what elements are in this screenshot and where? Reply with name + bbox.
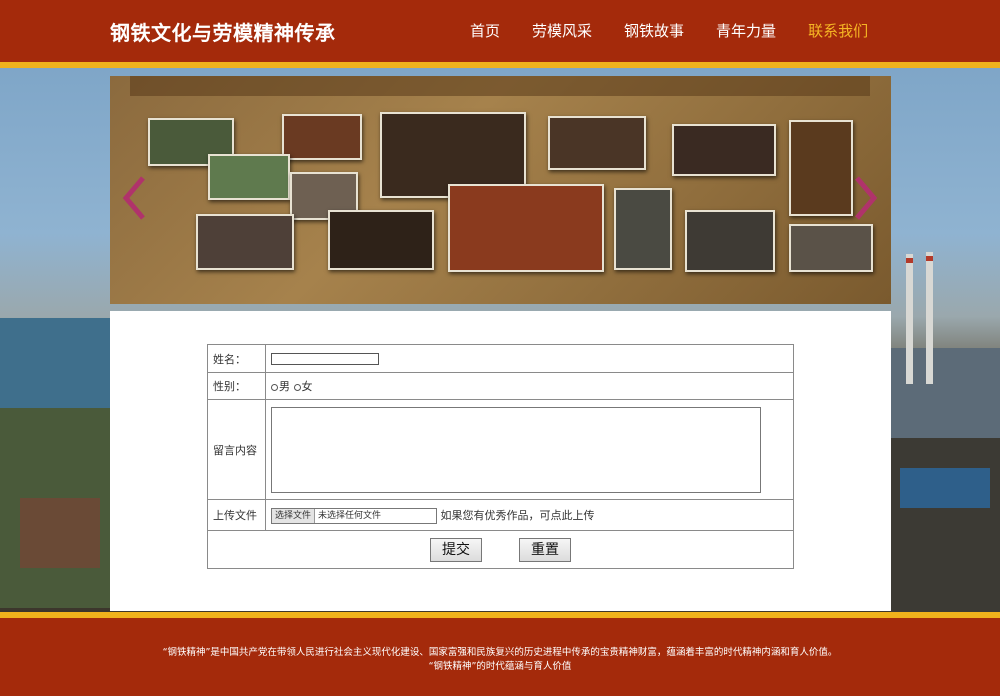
upload-hint: 如果您有优秀作品，可点此上传 bbox=[440, 508, 595, 522]
nav-item-home[interactable]: 首页 bbox=[470, 20, 500, 41]
banner-photo bbox=[789, 120, 853, 216]
photo-banner bbox=[110, 76, 891, 304]
chevron-right-icon[interactable] bbox=[851, 174, 879, 222]
main-nav: 首页 劳模风采 钢铁故事 青年力量 联系我们 bbox=[470, 20, 900, 41]
nav-item-contact[interactable]: 联系我们 bbox=[808, 20, 868, 41]
banner-photo bbox=[196, 214, 294, 270]
file-input[interactable]: 选择文件 未选择任何文件 bbox=[271, 507, 437, 524]
site-header: 钢铁文化与劳模精神传承 首页 劳模风采 钢铁故事 青年力量 联系我们 bbox=[0, 0, 1000, 62]
site-footer: “钢铁精神”是中国共产党在带领人民进行社会主义现代化建设、国家富强和民族复兴的历… bbox=[0, 618, 1000, 696]
contact-panel: 姓名： 性别： 男 女 留言内容 上传文件 选择文件 未选择任何文件 如果您有优秀… bbox=[110, 311, 891, 611]
banner-photo bbox=[448, 184, 604, 272]
gender-label: 性别： bbox=[207, 372, 266, 400]
header-accent-strip bbox=[0, 62, 1000, 68]
gender-option-male[interactable]: 男 bbox=[271, 378, 290, 394]
footer-text-line1: “钢铁精神”是中国共产党在带领人民进行社会主义现代化建设、国家富强和民族复兴的历… bbox=[162, 647, 838, 658]
banner-photo bbox=[282, 114, 362, 160]
banner-photo bbox=[789, 224, 873, 272]
radio-icon bbox=[271, 383, 278, 391]
message-form: 姓名： 性别： 男 女 留言内容 上传文件 选择文件 未选择任何文件 如果您有优秀… bbox=[207, 344, 794, 569]
footer-text-line2: “钢铁精神”的时代蕴涵与育人价值 bbox=[428, 661, 572, 672]
nav-item-model-workers[interactable]: 劳模风采 bbox=[532, 20, 592, 41]
banner-photo bbox=[672, 124, 776, 176]
banner-photo bbox=[614, 188, 672, 270]
site-title: 钢铁文化与劳模精神传承 bbox=[110, 21, 336, 45]
message-label: 留言内容 bbox=[207, 399, 266, 500]
name-input[interactable] bbox=[271, 353, 379, 365]
file-status: 未选择任何文件 bbox=[318, 510, 382, 521]
banner-photo bbox=[208, 154, 290, 200]
banner-photo bbox=[548, 116, 646, 170]
banner-photo bbox=[685, 210, 775, 272]
nav-item-youth[interactable]: 青年力量 bbox=[716, 20, 776, 41]
banner-photo bbox=[328, 210, 434, 270]
name-label: 姓名： bbox=[207, 344, 266, 373]
nav-item-steel-stories[interactable]: 钢铁故事 bbox=[624, 20, 684, 41]
upload-label: 上传文件 bbox=[207, 499, 266, 531]
submit-button[interactable]: 提交 bbox=[430, 537, 482, 562]
radio-icon bbox=[293, 383, 301, 391]
message-textarea[interactable] bbox=[271, 406, 761, 493]
gender-option-female[interactable]: 女 bbox=[293, 378, 313, 394]
reset-button[interactable]: 重置 bbox=[519, 537, 571, 562]
chevron-left-icon[interactable] bbox=[121, 174, 149, 222]
choose-file-button[interactable]: 选择文件 bbox=[272, 508, 316, 523]
